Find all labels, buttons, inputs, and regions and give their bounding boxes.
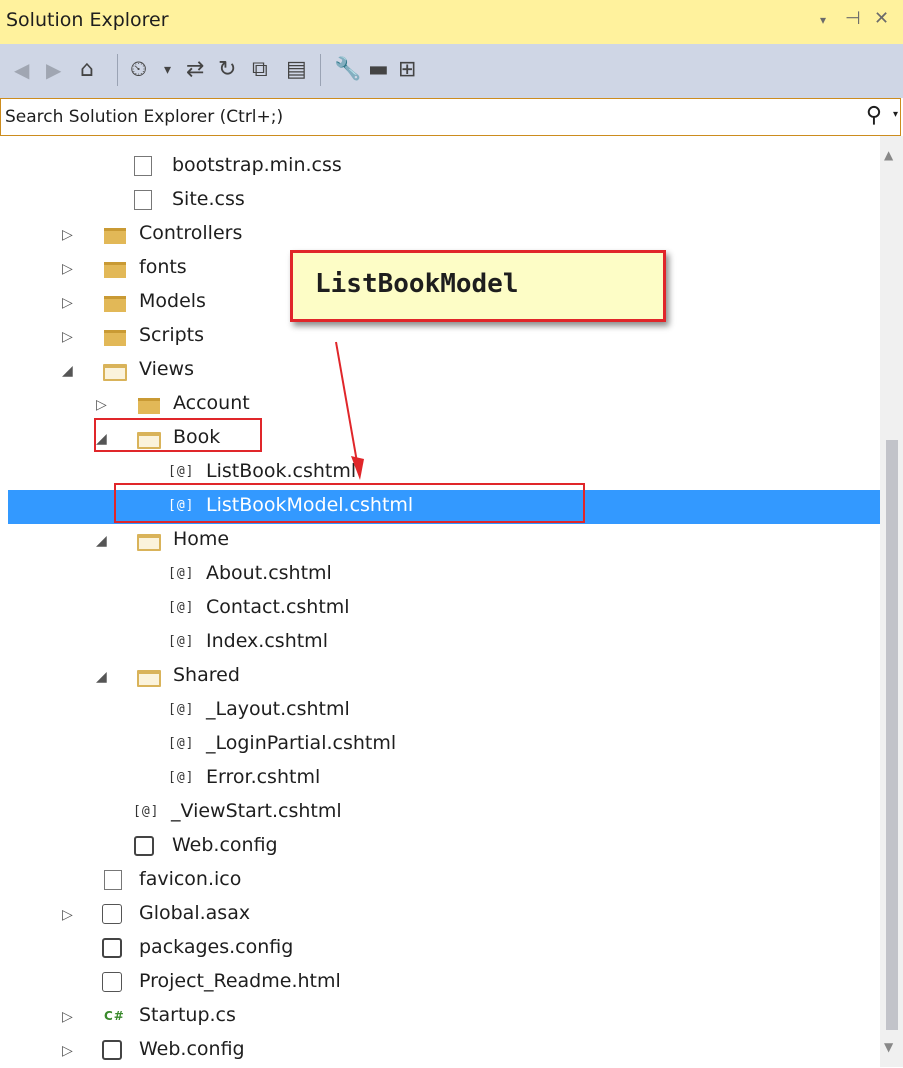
callout-text: ListBookModel xyxy=(315,269,519,299)
callout-arrow xyxy=(335,341,364,480)
callout-box: ListBookModel xyxy=(290,250,666,322)
